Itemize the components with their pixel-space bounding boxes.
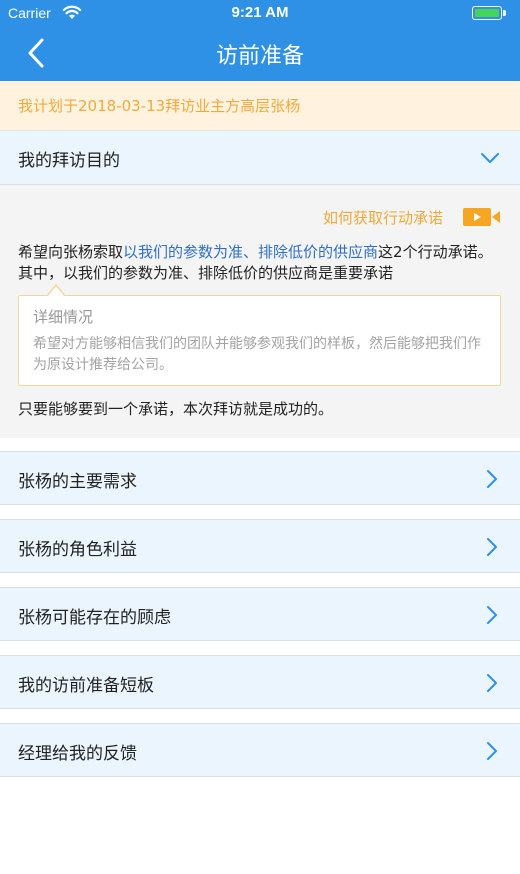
- callout-pointer: [47, 284, 65, 296]
- visit-purpose-detail: 如何获取行动承诺 希望向张杨索取以我们的参数为准、排除低价的供应商这2个行动承诺…: [0, 185, 520, 438]
- status-bar: Carrier 9:21 AM: [0, 0, 520, 26]
- chevron-down-icon: [481, 153, 499, 163]
- row-manager-feedback[interactable]: 经理给我的反馈: [0, 723, 520, 777]
- row-label: 张杨的角色利益: [18, 540, 137, 560]
- callout-body: 希望对方能够相信我们的团队并能够参观我们的样板，然后能够把我们作为原设计推荐给公…: [33, 336, 481, 373]
- visit-plan-text: 我计划于2018-03-13拜访业主方高层张杨: [18, 97, 301, 115]
- commitment-paragraph: 希望向张杨索取以我们的参数为准、排除低价的供应商这2个行动承诺。其中，以我们的参…: [18, 242, 503, 284]
- battery-icon: [472, 6, 506, 20]
- chevron-right-icon: [487, 742, 497, 760]
- chevron-right-icon: [487, 606, 497, 624]
- row-prep-weakness[interactable]: 我的访前准备短板: [0, 655, 520, 709]
- row-role-interests[interactable]: 张杨的角色利益: [0, 519, 520, 573]
- nav-bar: 访前准备: [0, 26, 520, 81]
- row-label: 我的访前准备短板: [18, 676, 154, 696]
- commitment-highlight[interactable]: 以我们的参数为准、排除低价的供应商: [123, 243, 378, 261]
- chevron-right-icon: [487, 538, 497, 556]
- row-label: 经理给我的反馈: [18, 744, 137, 764]
- row-label: 张杨的主要需求: [18, 472, 137, 492]
- success-note: 只要能够要到一个承诺，本次拜访就是成功的。: [18, 400, 334, 418]
- visit-plan-banner: 我计划于2018-03-13拜访业主方高层张杨: [0, 81, 520, 131]
- row-main-needs[interactable]: 张杨的主要需求: [0, 451, 520, 505]
- chevron-right-icon: [487, 674, 497, 692]
- howto-commitment-link[interactable]: 如何获取行动承诺: [323, 207, 443, 228]
- chevron-right-icon: [487, 470, 497, 488]
- video-icon[interactable]: [463, 207, 501, 227]
- commitment-text-1: 希望向张杨索取: [18, 243, 124, 261]
- callout-title: 详细情况: [33, 308, 94, 326]
- row-label: 张杨可能存在的顾虑: [18, 608, 171, 628]
- detail-callout: 详细情况 希望对方能够相信我们的团队并能够参观我们的样板，然后能够把我们作为原设…: [18, 284, 501, 386]
- visit-purpose-header[interactable]: 我的拜访目的: [0, 131, 520, 185]
- visit-purpose-label: 我的拜访目的: [18, 151, 120, 171]
- page-title: 访前准备: [215, 44, 304, 69]
- top-bar: Carrier 9:21 AM 访前准备: [0, 0, 520, 81]
- row-concerns[interactable]: 张杨可能存在的顾虑: [0, 587, 520, 641]
- status-time: 9:21 AM: [231, 4, 289, 21]
